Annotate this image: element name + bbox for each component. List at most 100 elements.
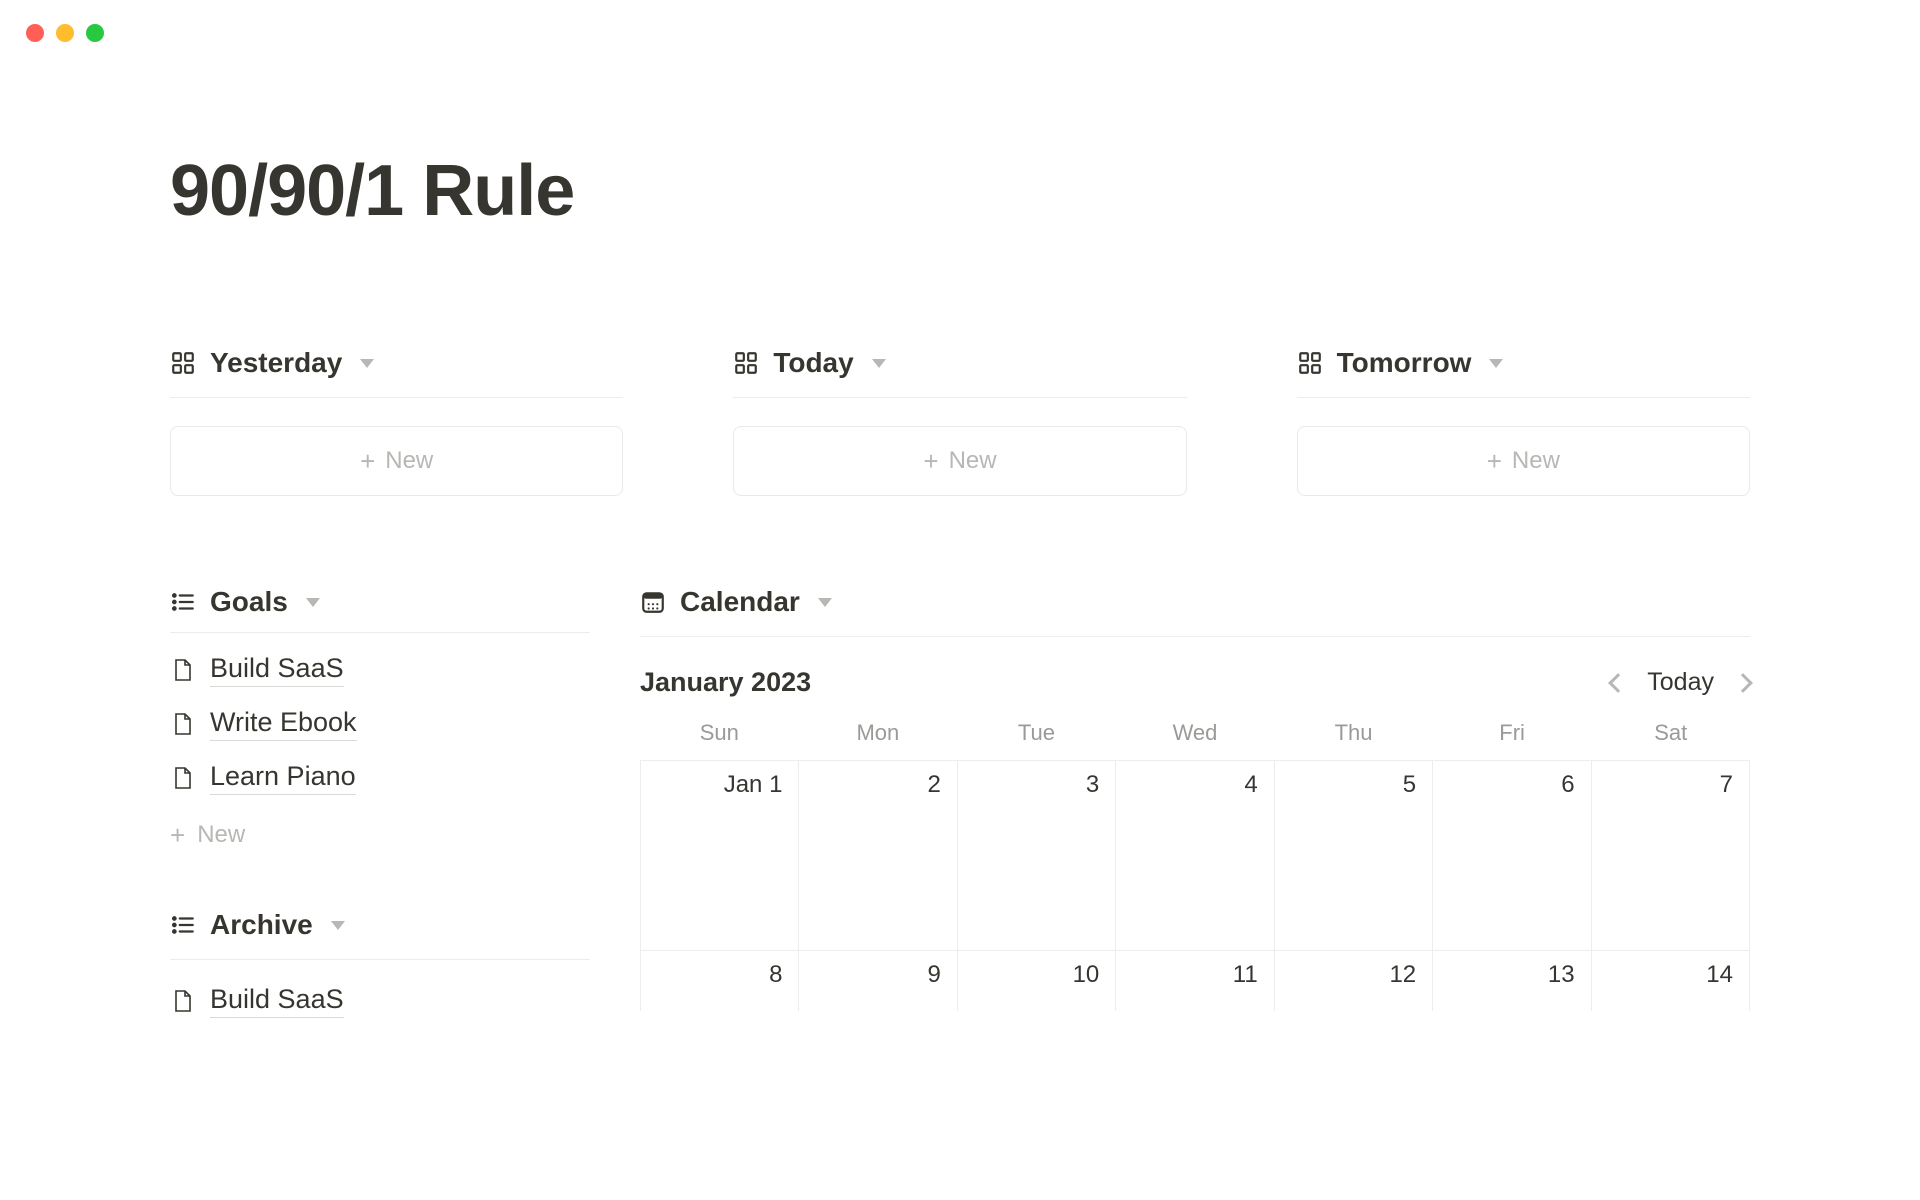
weekday-label: Tue [957,720,1116,746]
view-label: Calendar [680,586,800,618]
calendar-grid: Sun Mon Tue Wed Thu Fri Sat Jan 1 2 3 4 … [640,720,1750,1011]
day-number: 10 [1073,961,1100,989]
day-number: 4 [1244,771,1257,799]
view-tomorrow: Tomorrow + New [1297,347,1750,496]
view-label: Tomorrow [1337,347,1472,379]
page-title: 90/90/1 Rule [170,150,1750,232]
goal-title: Write Ebook [210,707,357,741]
weekday-label: Sun [640,720,799,746]
new-card-today[interactable]: + New [733,426,1186,496]
plus-icon: + [1487,448,1502,474]
calendar-cell[interactable]: 7 [1592,761,1750,951]
weekday-label: Sat [1591,720,1750,746]
new-label: New [1512,447,1560,475]
calendar-cell[interactable]: 8 [641,951,799,1011]
view-header-archive[interactable]: Archive [170,909,590,960]
calendar-icon [640,589,666,615]
view-header-today[interactable]: Today [733,347,1186,398]
goal-item[interactable]: Write Ebook [170,707,590,741]
chevron-down-icon [818,598,832,607]
view-header-yesterday[interactable]: Yesterday [170,347,623,398]
chevron-left-icon[interactable] [1608,673,1628,693]
archive-title: Build SaaS [210,984,344,1018]
day-number: 3 [1086,771,1099,799]
plus-icon: + [170,822,185,848]
page-icon [170,764,194,792]
view-header-calendar[interactable]: Calendar [640,586,1750,637]
day-views-row: Yesterday + New Today + New [170,347,1750,496]
chevron-down-icon [306,598,320,607]
gallery-icon [170,350,196,376]
view-today: Today + New [733,347,1186,496]
list-icon [170,589,196,615]
weekday-label: Fri [1433,720,1592,746]
chevron-down-icon [331,921,345,930]
calendar-cell[interactable]: 10 [958,951,1116,1011]
plus-icon: + [360,448,375,474]
calendar-cell[interactable]: 11 [1116,951,1274,1011]
new-label: New [949,447,997,475]
calendar-month-label: January 2023 [640,667,811,698]
new-card-tomorrow[interactable]: + New [1297,426,1750,496]
view-label: Today [773,347,853,379]
day-number: 8 [769,961,782,989]
day-number: 14 [1706,961,1733,989]
calendar-today-button[interactable]: Today [1647,668,1714,697]
calendar-cell[interactable]: 5 [1275,761,1433,951]
view-yesterday: Yesterday + New [170,347,623,496]
view-label: Goals [210,586,288,618]
day-number: Jan 1 [724,771,783,799]
fullscreen-window-icon[interactable] [86,24,104,42]
goal-item[interactable]: Learn Piano [170,761,590,795]
new-goal-button[interactable]: + New [170,821,590,849]
calendar-cell[interactable]: 9 [799,951,957,1011]
minimize-window-icon[interactable] [56,24,74,42]
calendar-body: Jan 1 2 3 4 5 6 7 8 9 10 11 12 13 14 [640,760,1750,1011]
close-window-icon[interactable] [26,24,44,42]
calendar-cell[interactable]: 3 [958,761,1116,951]
view-header-tomorrow[interactable]: Tomorrow [1297,347,1750,398]
new-label: New [385,447,433,475]
calendar-cell[interactable]: 12 [1275,951,1433,1011]
window-traffic-lights [26,24,104,42]
gallery-icon [1297,350,1323,376]
calendar-cell[interactable]: 2 [799,761,957,951]
page-icon [170,987,194,1015]
page-icon [170,710,194,738]
weekday-label: Mon [799,720,958,746]
calendar-cell[interactable]: 14 [1592,951,1750,1011]
chevron-right-icon[interactable] [1733,673,1753,693]
archive-section: Archive Build SaaS [170,909,590,1018]
calendar-cell[interactable]: 4 [1116,761,1274,951]
day-number: 9 [927,961,940,989]
calendar-weekday-row: Sun Mon Tue Wed Thu Fri Sat [640,720,1750,760]
day-number: 7 [1720,771,1733,799]
weekday-label: Wed [1116,720,1275,746]
calendar-month-header: January 2023 Today [640,667,1750,698]
day-number: 13 [1548,961,1575,989]
goal-title: Learn Piano [210,761,356,795]
calendar-cell[interactable]: 13 [1433,951,1591,1011]
calendar-cell[interactable]: 6 [1433,761,1591,951]
chevron-down-icon [1489,359,1503,368]
goal-item[interactable]: Build SaaS [170,653,590,687]
calendar-cell[interactable]: Jan 1 [641,761,799,951]
day-number: 2 [927,771,940,799]
chevron-down-icon [360,359,374,368]
archive-item[interactable]: Build SaaS [170,984,590,1018]
chevron-down-icon [872,359,886,368]
goals-section: Goals Build SaaS Write Ebook [170,586,590,849]
new-card-yesterday[interactable]: + New [170,426,623,496]
lower-section: Goals Build SaaS Write Ebook [170,586,1750,1018]
day-number: 5 [1403,771,1416,799]
view-label: Yesterday [210,347,342,379]
day-number: 12 [1389,961,1416,989]
view-header-goals[interactable]: Goals [170,586,590,633]
goal-title: Build SaaS [210,653,344,687]
gallery-icon [733,350,759,376]
calendar-section: Calendar January 2023 Today Sun Mon Tue … [640,586,1750,1018]
calendar-nav: Today [1611,668,1750,697]
weekday-label: Thu [1274,720,1433,746]
list-icon [170,912,196,938]
plus-icon: + [923,448,938,474]
